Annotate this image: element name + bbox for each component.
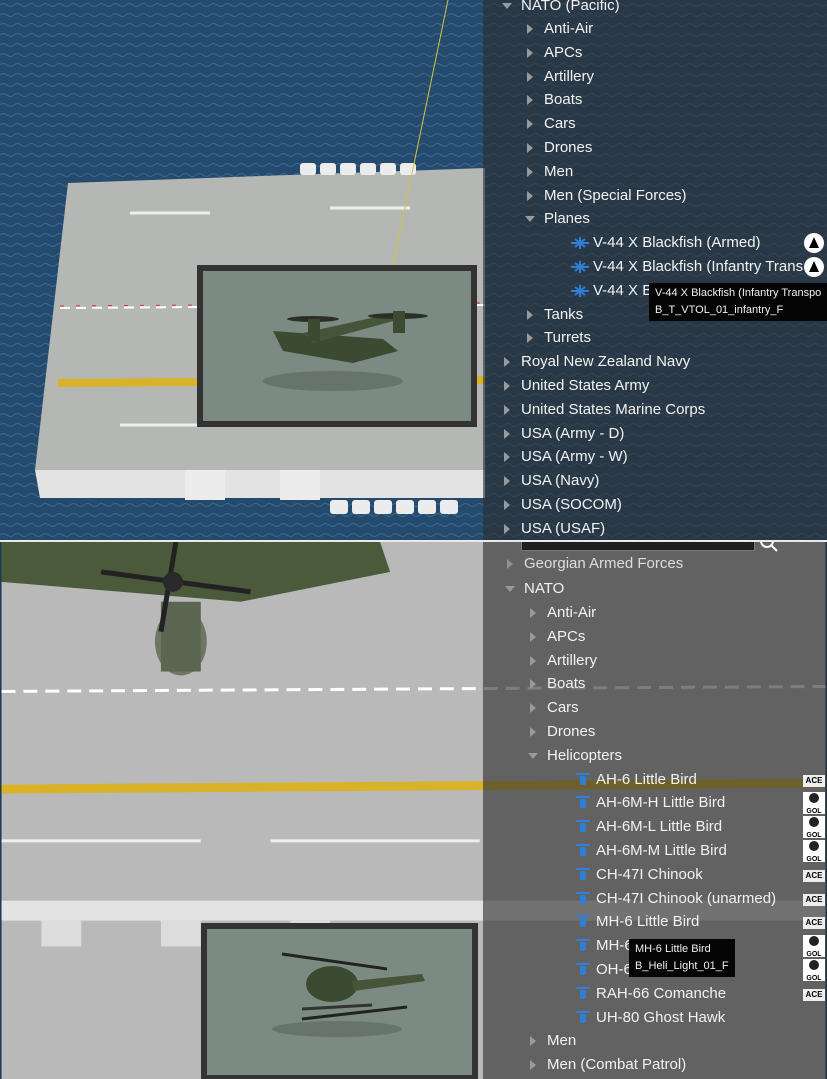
unit-item[interactable]: MH-6 Little Bird ACE [572,910,827,934]
chevron-right-icon [523,160,537,184]
gol-icon: GOL [803,792,825,815]
chevron-right-icon [500,445,514,469]
chevron-right-icon [500,469,514,493]
bottom-screenshot: Georgian Armed Forces NATO Anti-Air APCs A… [0,540,827,1079]
tooltip-unit-name: MH-6 Little Bird [635,943,711,955]
chevron-right-icon [526,696,540,720]
plane-icon [569,235,591,251]
gol-icon: GOL [803,816,825,839]
chevron-right-icon [523,17,537,41]
chevron-right-icon [523,88,537,112]
unit-item[interactable]: AH-6M-H Little Bird GOL [572,791,827,815]
unit-tree-panel: NATO (Pacific) Anti-Air APCs Artillery Boat… [483,0,827,540]
chevron-right-icon [526,625,540,649]
chevron-right-icon [503,552,517,576]
plane-icon [569,283,591,299]
chevron-right-icon [500,517,514,540]
helicopter-icon [572,843,594,859]
search-icon[interactable] [755,542,785,552]
helicopter-icon [572,891,594,907]
unit-item[interactable]: AH-6 Little Bird ACE [572,768,827,792]
chevron-right-icon [523,184,537,208]
top-screenshot: NATO (Pacific) Anti-Air APCs Artillery Boat… [0,0,827,540]
unit-item[interactable]: AH-6M-L Little Bird GOL [572,815,827,839]
chevron-right-icon [523,65,537,89]
unit-item[interactable]: UH-80 Ghost Hawk [572,1006,827,1030]
helicopter-icon [572,986,594,1002]
helicopter-icon [572,772,594,788]
unit-tree-panel: Georgian Armed Forces NATO Anti-Air APCs A… [483,542,827,1079]
ace-icon: ACE [803,869,825,882]
unit-item[interactable]: AH-6M-M Little Bird GOL [572,839,827,863]
helicopter-icon [572,962,594,978]
chevron-right-icon [500,398,514,422]
chevron-right-icon [500,493,514,517]
tooltip-unit-name: V-44 X Blackfish (Infantry Transpo [655,287,822,299]
ace-icon: ACE [803,774,825,787]
helicopter-icon [572,795,594,811]
a3-icon [803,256,825,278]
unit-tooltip: V-44 X Blackfish (Infantry Transpo B_T_V… [649,283,827,321]
gol-icon: GOL [803,935,825,958]
helicopter-icon [572,938,594,954]
search-input[interactable] [521,542,755,551]
unit-item[interactable]: CH-47I Chinook (unarmed) ACE [572,887,827,911]
chevron-right-icon [523,326,537,350]
unit-item[interactable]: RAH-66 Comanche ACE [572,982,827,1006]
tooltip-classname: B_Heli_Light_01_F [635,960,729,972]
vehicle-preview [197,265,477,427]
ace-icon: ACE [803,893,825,906]
unit-item[interactable]: V-44 X Blackfish (Infantry Trans [569,255,827,279]
unit-item[interactable]: V-44 X Blackfish (Armed) [569,231,827,255]
chevron-right-icon [526,601,540,625]
chevron-right-icon [500,374,514,398]
gol-icon: GOL [803,840,825,863]
gol-icon: GOL [803,959,825,982]
ace-icon: ACE [803,988,825,1001]
chevron-right-icon [523,41,537,65]
plane-icon [569,259,591,275]
tooltip-classname: B_T_VTOL_01_infantry_F [655,304,784,316]
helicopter-icon [572,867,594,883]
a3-icon [803,232,825,254]
helicopter-icon [572,819,594,835]
chevron-right-icon [523,112,537,136]
chevron-right-icon [526,720,540,744]
chevron-right-icon [523,136,537,160]
chevron-right-icon [500,350,514,374]
helicopter-preview-icon [272,952,425,1037]
chevron-down-icon [526,744,540,768]
chevron-right-icon [500,422,514,446]
chevron-right-icon [523,303,537,327]
chevron-down-icon [500,0,514,18]
unit-item[interactable]: CH-47I Chinook ACE [572,863,827,887]
chevron-right-icon [526,672,540,696]
chevron-right-icon [526,1053,540,1077]
chevron-right-icon [526,1029,540,1053]
helicopter-icon [572,914,594,930]
vehicle-preview [201,923,478,1079]
chevron-right-icon [526,649,540,673]
helicopter-icon [572,1010,594,1026]
chevron-down-icon [523,207,537,231]
vtol-aircraft-preview-icon [263,311,428,391]
ace-icon: ACE [803,917,825,930]
chevron-down-icon [503,577,517,601]
unit-tooltip: MH-6 Little Bird B_Heli_Light_01_F [629,939,735,977]
